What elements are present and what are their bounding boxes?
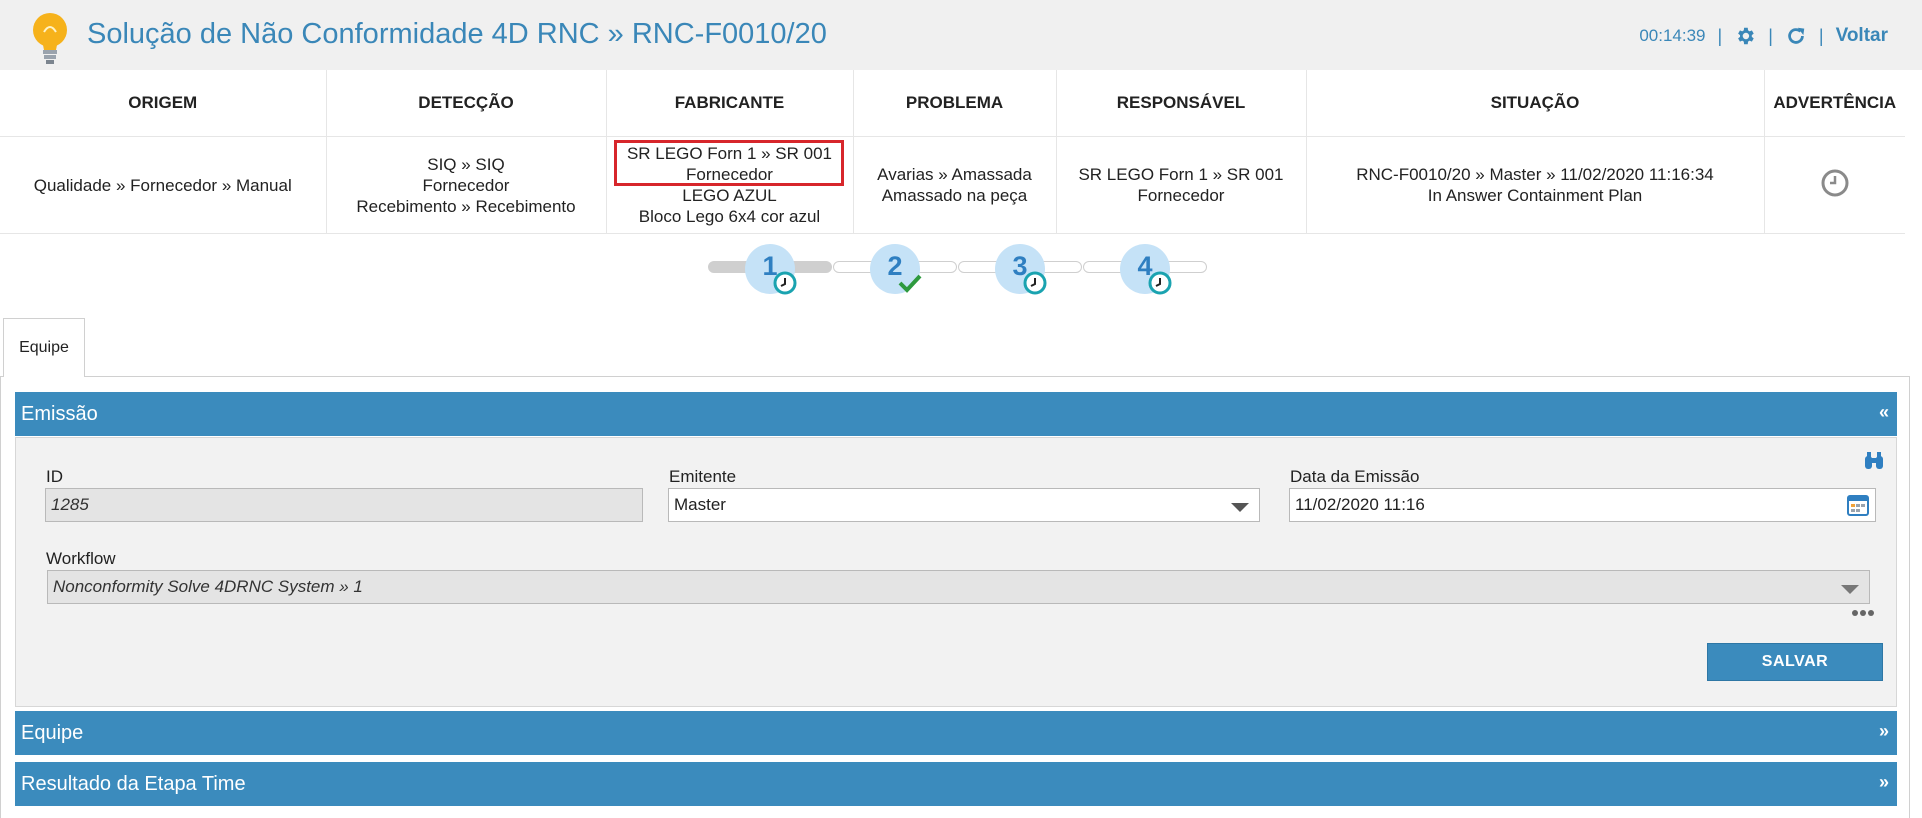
binoculars-icon[interactable]: [1863, 450, 1885, 472]
cell-line: SR LEGO Forn 1 » SR 001: [1078, 165, 1284, 184]
lightbulb-logo-icon: [33, 13, 67, 64]
session-timer: 00:14:39: [1639, 26, 1706, 45]
id-label: ID: [46, 467, 63, 486]
deteccao-cell: SIQ » SIQ Fornecedor Recebimento » Receb…: [326, 136, 607, 234]
page-title: Solução de Não Conformidade 4D RNC » RNC…: [87, 18, 827, 50]
cell-line: SIQ » SIQ: [427, 154, 505, 174]
column-header: SITUAÇÃO: [1306, 70, 1765, 137]
table-header-row: ORIGEM DETECÇÃO FABRICANTE PROBLEMA RESP…: [0, 70, 1905, 137]
clock-icon: [773, 271, 797, 295]
fabricante-cell: SR LEGO Forn 1 » SR 001 Fornecedor LEGO …: [606, 136, 854, 234]
rnc-summary-table: ORIGEM DETECÇÃO FABRICANTE PROBLEMA RESP…: [0, 70, 1905, 234]
origem-cell: Qualidade » Fornecedor » Manual: [0, 136, 327, 234]
section-emissao-header[interactable]: Emissão «: [15, 392, 1897, 436]
column-header: RESPONSÁVEL: [1056, 70, 1307, 137]
cell-line: Recebimento » Recebimento: [356, 196, 576, 216]
emitente-select[interactable]: Master: [668, 488, 1260, 522]
responsavel-cell: SR LEGO Forn 1 » SR 001 Fornecedor: [1056, 136, 1307, 234]
workflow-select[interactable]: Nonconformity Solve 4DRNC System » 1: [47, 570, 1870, 604]
column-header: DETECÇÃO: [326, 70, 607, 137]
more-options-icon[interactable]: [1851, 608, 1875, 618]
refresh-icon[interactable]: [1785, 25, 1807, 47]
expand-icon[interactable]: »: [1879, 721, 1889, 742]
workflow-value: Nonconformity Solve 4DRNC System » 1: [53, 577, 363, 596]
highlight-box: [613, 140, 844, 186]
clock-icon: [1148, 271, 1172, 295]
save-button[interactable]: SALVAR: [1707, 643, 1883, 681]
data-emissao-value: 11/02/2020 11:16: [1295, 495, 1425, 514]
workflow-stepper: 1 2 3 4: [700, 244, 1210, 304]
cell-line: Bloco Lego 6x4 cor azul: [638, 207, 821, 226]
clock-icon: [1023, 271, 1047, 295]
cell-line: Fornecedor: [1137, 186, 1225, 205]
column-header: ADVERTÊNCIA: [1764, 70, 1905, 137]
problema-cell: Avarias » Amassada Amassado na peça: [853, 136, 1057, 234]
section-equipe-header[interactable]: Equipe »: [15, 711, 1897, 755]
column-header: PROBLEMA: [853, 70, 1057, 137]
header-toolbar: 00:14:39 | | | Voltar: [1639, 22, 1888, 50]
chevron-down-icon[interactable]: [1841, 585, 1859, 594]
data-emissao-label: Data da Emissão: [1290, 467, 1420, 486]
page-header: Solução de Não Conformidade 4D RNC » RNC…: [0, 0, 1922, 70]
cell-line: Qualidade » Fornecedor » Manual: [33, 175, 292, 195]
situacao-cell: RNC-F0010/20 » Master » 11/02/2020 11:16…: [1306, 136, 1765, 234]
cell-line: In Answer Containment Plan: [1427, 186, 1643, 205]
back-link[interactable]: Voltar: [1836, 25, 1888, 47]
step-2[interactable]: 2: [870, 244, 922, 294]
emitente-label: Emitente: [669, 467, 737, 486]
check-icon: [898, 274, 922, 293]
gear-icon[interactable]: [1734, 25, 1756, 47]
chevron-down-icon[interactable]: [1231, 503, 1249, 512]
cell-line: LEGO AZUL: [682, 186, 777, 205]
expand-icon[interactable]: »: [1879, 772, 1889, 793]
step-4[interactable]: 4: [1120, 244, 1172, 295]
cell-line: Avarias » Amassada: [877, 165, 1032, 184]
data-emissao-field[interactable]: 11/02/2020 11:16: [1289, 488, 1876, 522]
id-field: 1285: [45, 488, 643, 522]
workflow-label: Workflow: [46, 549, 116, 568]
separator: |: [1818, 25, 1824, 46]
section-title: Emissão: [21, 403, 98, 425]
collapse-icon[interactable]: «: [1879, 402, 1889, 423]
section-resultado-header[interactable]: Resultado da Etapa Time »: [15, 762, 1897, 806]
tab-equipe[interactable]: Equipe: [3, 318, 85, 377]
column-header: ORIGEM: [0, 70, 327, 137]
section-title: Resultado da Etapa Time: [21, 773, 246, 795]
section-title: Equipe: [21, 722, 84, 744]
step-3[interactable]: 3: [995, 244, 1047, 295]
calendar-icon[interactable]: [1846, 493, 1870, 517]
emitente-value: Master: [674, 495, 726, 514]
advertencia-cell: [1764, 136, 1905, 234]
table-row: Qualidade » Fornecedor » Manual SIQ » SI…: [0, 136, 1905, 234]
clock-icon: [1821, 169, 1849, 196]
column-header: FABRICANTE: [606, 70, 854, 137]
separator: |: [1768, 25, 1773, 46]
step-1[interactable]: 1: [745, 244, 797, 295]
cell-line: Fornecedor: [422, 175, 510, 195]
separator: |: [1717, 25, 1723, 46]
cell-line: RNC-F0010/20 » Master » 11/02/2020 11:16…: [1356, 165, 1714, 184]
cell-line: Amassado na peça: [881, 186, 1028, 205]
